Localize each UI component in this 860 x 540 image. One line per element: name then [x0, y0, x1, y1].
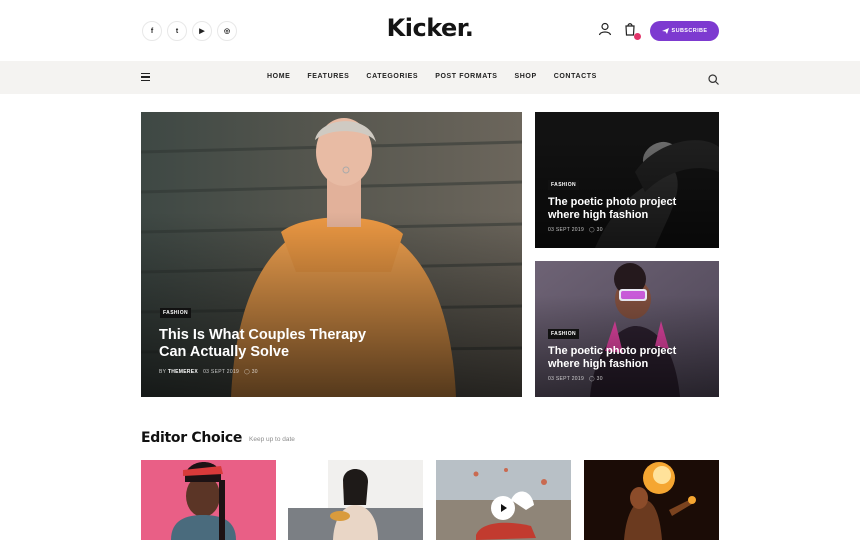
- comments-number: 30: [251, 369, 258, 375]
- comments-count[interactable]: ◯ 30: [589, 376, 603, 382]
- author-prefix: BY: [159, 369, 167, 375]
- author[interactable]: BY THEMEREX: [159, 369, 198, 375]
- hamburger-menu-icon[interactable]: [141, 73, 150, 81]
- nav-item-post-formats[interactable]: POST FORMATS: [435, 73, 497, 80]
- editor-choice-thumbnail[interactable]: [584, 460, 719, 540]
- header-actions: [598, 22, 641, 40]
- user-icon[interactable]: [598, 22, 612, 38]
- title-line: Can Actually Solve: [159, 344, 290, 361]
- featured-post-side[interactable]: FASHION The poetic photo project where h…: [535, 112, 719, 248]
- post-title[interactable]: The poetic photo project where high fash…: [548, 345, 676, 371]
- cart-badge: [634, 33, 641, 40]
- main-nav: HOME FEATURES CATEGORIES POST FORMATS SH…: [0, 61, 860, 94]
- editor-choice-thumbnail[interactable]: [141, 460, 276, 540]
- comments-number: 30: [596, 376, 603, 382]
- post-image: [584, 460, 719, 540]
- send-icon: [661, 28, 669, 34]
- post-category-tag[interactable]: FASHION: [160, 308, 192, 318]
- search-icon[interactable]: [708, 72, 719, 90]
- author-name: THEMEREX: [167, 369, 199, 375]
- post-date: 03 SEPT 2019: [203, 369, 240, 375]
- nav-item-shop[interactable]: SHOP: [514, 73, 536, 80]
- nav-item-home[interactable]: HOME: [267, 73, 290, 80]
- post-category-tag[interactable]: FASHION: [548, 329, 580, 339]
- comments-count[interactable]: ◯ 30: [244, 369, 258, 375]
- nav-item-categories[interactable]: CATEGORIES: [366, 73, 418, 80]
- post-date: 03 SEPT 2019: [548, 376, 585, 382]
- title-line: This Is What Couples Therapy: [159, 327, 367, 343]
- post-meta: 03 SEPT 2019 ◯ 30: [548, 227, 603, 233]
- cart-icon[interactable]: [624, 22, 641, 40]
- comments-number: 30: [596, 227, 603, 233]
- post-meta: 03 SEPT 2019 ◯ 30: [548, 376, 603, 382]
- play-button[interactable]: [491, 496, 515, 520]
- editor-choice-video-thumbnail[interactable]: [436, 460, 571, 540]
- editor-choice-thumbnail[interactable]: [288, 460, 423, 540]
- title-line: The poetic photo project: [548, 345, 677, 357]
- section-title: Editor Choice: [141, 430, 243, 446]
- post-title[interactable]: The poetic photo project where high fash…: [548, 196, 676, 222]
- title-line: where high fashion: [548, 209, 649, 222]
- subscribe-label: SUBSCRIBE: [671, 28, 708, 34]
- section-subtitle: Keep up to date: [249, 436, 295, 443]
- post-meta: BY THEMEREX 03 SEPT 2019 ◯ 30: [159, 369, 258, 375]
- featured-post-side[interactable]: FASHION The poetic photo project where h…: [535, 261, 719, 397]
- post-image: [288, 460, 423, 540]
- site-header: f t ▶ ◎ Kicker. SUBSCRIBE: [0, 0, 860, 61]
- title-line: where high fashion: [548, 358, 649, 371]
- title-line: The poetic photo project: [548, 196, 677, 208]
- nav-item-features[interactable]: FEATURES: [307, 73, 349, 80]
- post-image: [141, 460, 276, 540]
- site-logo[interactable]: Kicker.: [0, 14, 860, 42]
- subscribe-button[interactable]: SUBSCRIBE: [650, 21, 719, 41]
- comments-count[interactable]: ◯ 30: [589, 227, 603, 233]
- featured-post-main[interactable]: FASHION This Is What Couples Therapy Can…: [141, 112, 522, 397]
- post-category-tag[interactable]: FASHION: [548, 180, 580, 190]
- nav-item-contacts[interactable]: CONTACTS: [554, 73, 597, 80]
- featured-post-title[interactable]: This Is What Couples Therapy Can Actuall…: [159, 327, 366, 362]
- nav-menu: HOME FEATURES CATEGORIES POST FORMATS SH…: [267, 73, 597, 80]
- post-date: 03 SEPT 2019: [548, 227, 585, 233]
